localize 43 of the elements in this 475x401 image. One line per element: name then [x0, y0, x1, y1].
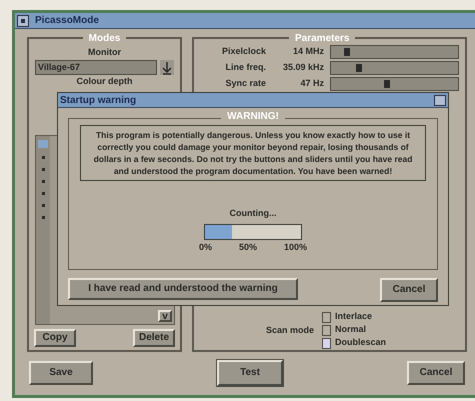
warning-message: This program is potentially dangerous. Unless you know exactly how to use it correctly you could damage your monitor beyond repair, losing thousands of dollars in a few seconds. Do not try the buttons and sliders until you have read and understood the program documentation. You have been warned!: [80, 125, 426, 181]
scan-mode-label: Scan mode: [266, 324, 314, 337]
slider[interactable]: [330, 77, 459, 91]
option-label: Interlace: [335, 310, 372, 324]
slider[interactable]: [330, 45, 459, 59]
scale-label: 100%: [284, 240, 307, 254]
depth-gadget-icon[interactable]: [434, 94, 446, 106]
parameter-reading: 47 Hz: [299, 77, 324, 90]
slider-thumb[interactable]: [344, 48, 350, 56]
monitor-label: Monitor: [88, 47, 121, 58]
option-label: Doublescan: [335, 336, 386, 350]
group-title: WARNING!: [221, 112, 285, 122]
checkbox[interactable]: [322, 338, 332, 348]
test-button[interactable]: Test: [217, 360, 283, 386]
close-icon[interactable]: [17, 14, 29, 26]
checkbox[interactable]: [322, 312, 332, 322]
parameter-reading: 14 MHz: [292, 45, 324, 58]
parameter-label: Sync rate: [224, 77, 266, 90]
parameter-label: Line freq.: [224, 61, 266, 74]
window-title: PicassoMode: [35, 14, 99, 28]
cancel-button[interactable]: Cancel: [407, 361, 465, 385]
scale-label: 50%: [238, 240, 257, 254]
counting-label: Counting...: [230, 207, 276, 220]
slider-thumb[interactable]: [384, 80, 390, 88]
slider-thumb[interactable]: [356, 64, 362, 72]
parameter-reading: 35.09 kHz: [282, 61, 324, 74]
copy-button[interactable]: Copy: [34, 329, 76, 347]
list-dots-drawing: [42, 156, 44, 219]
scale-label: 0%: [199, 240, 212, 254]
dialog-title: Startup warning: [60, 94, 136, 108]
delete-button[interactable]: Delete: [133, 329, 175, 347]
dropdown-arrow-icon[interactable]: [160, 60, 174, 75]
slider[interactable]: [330, 61, 459, 75]
option-label: Normal: [335, 323, 366, 336]
monitor-field[interactable]: Village-67: [35, 60, 157, 75]
checkbox[interactable]: [322, 324, 332, 336]
save-button[interactable]: Save: [29, 361, 93, 385]
colour-depth-label: Colour depth: [76, 76, 132, 87]
parameter-label: Pixelclock: [220, 45, 266, 58]
acknowledge-button[interactable]: I have read and understood the warning: [68, 278, 298, 300]
scroll-down-button[interactable]: v: [158, 310, 172, 322]
selection-marker: [38, 140, 48, 148]
cancel-button[interactable]: Cancel: [380, 278, 438, 302]
